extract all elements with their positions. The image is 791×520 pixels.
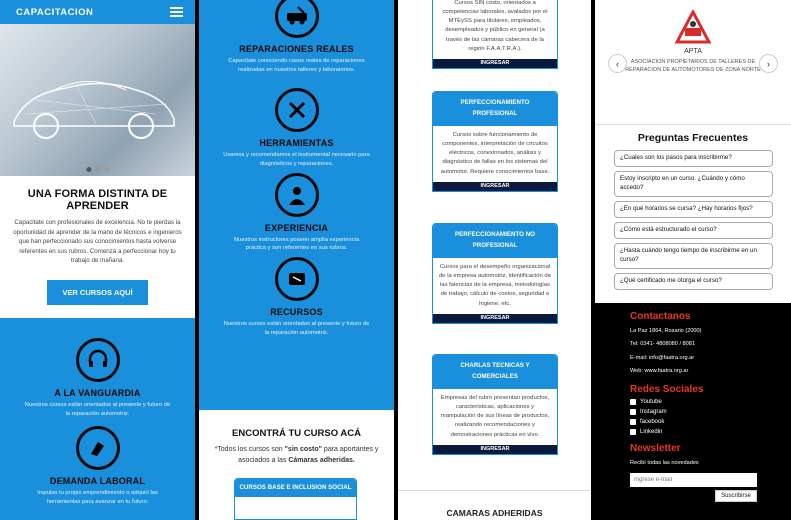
linkedin-link[interactable]: Linkedin	[630, 428, 791, 435]
web-text[interactable]: Web: www.faatra.org.ar	[630, 367, 791, 375]
divider	[398, 490, 591, 491]
wireframe-car-image	[13, 81, 175, 139]
faq-list: ¿Cuales son los pasos para inscribirme? …	[595, 150, 791, 290]
course-card-body: Empresas del rubro presentan productos, …	[440, 395, 550, 438]
feature-item: RECURSOS Nuestros cursos están orientado…	[199, 257, 394, 337]
feature-title: REPARACIONES REALES	[239, 44, 354, 54]
find-course-title: ENCONTRÁ TU CURSO ACÁ	[232, 428, 361, 439]
brand-title[interactable]: CAPACITACION	[16, 7, 93, 18]
feature-description: Nuestros instructores poseen amplia expe…	[233, 236, 360, 252]
intro-paragraph: Capacitate con profesionales de excelenc…	[13, 219, 182, 265]
course-card[interactable]: PERFECCIONAMIENTO PROFESIONAL Cursos sob…	[432, 91, 558, 192]
email-text[interactable]: E-mail: info@faatra.org.ar	[630, 354, 791, 362]
address-text: La Paz 1864, Rosario (2000)	[630, 328, 702, 334]
course-card[interactable]: PERFECCIONAMIENTO NO PROFESIONAL Cursos …	[432, 223, 558, 324]
course-card[interactable]: Cursos SIN costo, orientados a competenc…	[432, 0, 558, 69]
hand-icon	[75, 426, 120, 471]
mobile-screen-faq: ‹ › APTA ASOCIACION PROPIETARIOS DE TALL…	[595, 0, 791, 520]
faq-item[interactable]: ¿En qué horarios se cursa? ¿Hay horarios…	[614, 200, 773, 218]
expert-icon	[274, 172, 319, 217]
feature-item: DEMANDA LABORAL Impulsa tu propio empren…	[0, 426, 195, 506]
find-course-text: *Todos los cursos son "sin costo" para a…	[214, 446, 379, 464]
subscribe-button[interactable]: Suscribirse	[715, 489, 757, 502]
faq-item[interactable]: ¿Qué certificado me otorga el curso?	[614, 272, 773, 290]
enroll-button[interactable]: INGRESAR	[433, 58, 557, 68]
course-card-title: PERFECCIONAMIENTO NO PROFESIONAL	[433, 224, 557, 258]
car-repair-icon	[274, 0, 319, 38]
features-section: A LA VANGUARDIA Nuestros cursos están or…	[0, 318, 195, 520]
page-headline: UNA FORMA DISTINTA DE APRENDER	[27, 188, 168, 212]
newsletter-email-input[interactable]	[630, 472, 757, 487]
footer: Contactanos La Paz 1864, Rosario (2000) …	[595, 303, 791, 520]
mobile-screen-home: CAPACITACION UNA FORMA DISTINTA DE APREN…	[0, 0, 195, 520]
feature-item: HERRAMIENTAS Usamos y recomendamos el in…	[199, 88, 394, 168]
faq-item[interactable]: ¿Hasta cuándo tengo tiempo de inscribirm…	[614, 242, 773, 269]
feature-description: Nuestros cursos están orientados al pres…	[223, 321, 370, 336]
chambers-slider: ‹ › APTA ASOCIACION PROPIETARIOS DE TALL…	[595, 10, 791, 125]
youtube-link[interactable]: Youtube	[630, 398, 791, 405]
facebook-link[interactable]: facebook	[630, 418, 791, 425]
hamburger-menu-icon[interactable]	[170, 7, 183, 17]
faq-item[interactable]: ¿Cómo está estructurado el curso?	[614, 221, 773, 239]
youtube-icon	[630, 398, 636, 405]
headset-icon	[75, 338, 120, 382]
course-card-title: CHARLAS TECNICAS Y COMERCIALES	[433, 355, 557, 389]
social-title: Redes Sociales	[630, 383, 704, 395]
faq-item[interactable]: ¿Cuales son los pasos para inscribirme?	[614, 150, 773, 167]
feature-item: REPARACIONES REALES Capacitate conociend…	[199, 0, 394, 74]
feature-description: Usamos y recomendamos el instrumental ne…	[223, 152, 370, 168]
feature-description: Nuestros cursos están orientados al pres…	[24, 402, 171, 417]
feature-title: DEMANDA LABORAL	[49, 476, 146, 487]
top-navbar: CAPACITACION	[0, 0, 195, 24]
enroll-button[interactable]: INGRESAR	[433, 181, 557, 191]
phone-text: Tel: 0341- 4808080 / 8081	[630, 341, 696, 348]
feature-description: Impulsa tu propio emprendimiento o adqui…	[37, 490, 158, 506]
course-card-title: CURSOS BASE E INCLUSION SOCIAL	[235, 479, 356, 497]
linkedin-icon	[630, 428, 636, 435]
faq-title: Preguntas Frecuentes	[637, 132, 749, 144]
feature-item: EXPERIENCIA Nuestros instructores poseen…	[199, 172, 394, 253]
view-courses-button[interactable]: VER CURSOS AQUÍ	[47, 280, 148, 306]
course-card[interactable]: CURSOS BASE E INCLUSION SOCIAL	[234, 478, 357, 520]
resources-icon	[274, 257, 319, 302]
apta-logo	[675, 10, 711, 44]
mobile-screen-features: REPARACIONES REALES Capacitate conociend…	[199, 0, 394, 520]
facebook-icon	[630, 418, 636, 425]
carousel-dots[interactable]	[86, 167, 109, 172]
course-card[interactable]: CHARLAS TECNICAS Y COMERCIALES Empresas …	[432, 354, 558, 455]
course-card-body: Cursos SIN costo, orientados a competenc…	[442, 0, 548, 52]
course-card-body: Cursos sobre funcionamiento de component…	[440, 132, 550, 175]
feature-title: A LA VANGUARDIA	[54, 388, 141, 398]
newsletter-text: Recibí todas las novedades	[630, 459, 699, 466]
newsletter-title: Newsletter	[630, 442, 681, 454]
feature-title: EXPERIENCIA	[264, 222, 329, 233]
tools-icon	[274, 88, 319, 133]
contact-title: Contactanos	[630, 311, 691, 322]
chevron-left-icon[interactable]: ‹	[608, 54, 627, 73]
instagram-icon	[630, 408, 636, 415]
faq-item[interactable]: Estoy inscripto en un curso. ¿Cuándo y c…	[614, 170, 773, 197]
feature-title: RECURSOS	[270, 307, 323, 318]
feature-title: HERRAMIENTAS	[259, 138, 334, 149]
chambers-title: CAMARAS ADHERIDAS	[446, 508, 543, 518]
hero-carousel[interactable]	[0, 24, 195, 176]
chevron-right-icon[interactable]: ›	[759, 54, 778, 73]
apta-label: APTA	[684, 48, 702, 55]
course-card-body: Cursos para el desempeño organizacional …	[439, 264, 551, 307]
enroll-button[interactable]: INGRESAR	[433, 444, 557, 454]
feature-description: Capacitate conociendo casos reales de re…	[228, 58, 365, 73]
course-card-title: PERFECCIONAMIENTO PROFESIONAL	[433, 92, 557, 126]
mobile-screen-courses: Cursos SIN costo, orientados a competenc…	[398, 0, 591, 520]
instagram-link[interactable]: Instagram	[630, 408, 791, 415]
feature-item: A LA VANGUARDIA Nuestros cursos están or…	[0, 338, 195, 418]
enroll-button[interactable]: INGRESAR	[433, 313, 557, 323]
